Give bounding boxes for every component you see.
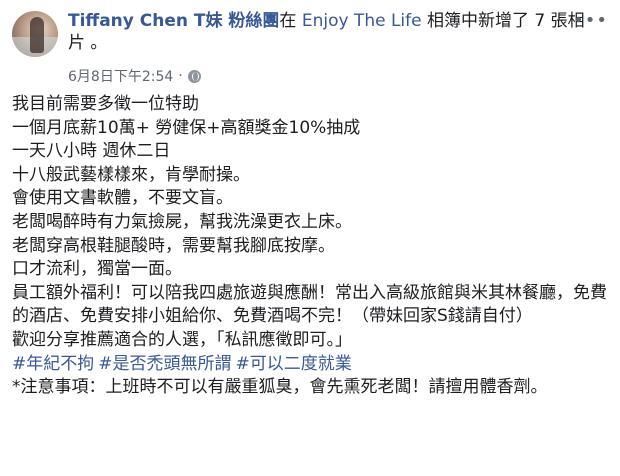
hashtag-link[interactable]: #是否禿頭無所謂 <box>98 354 231 374</box>
hashtag-link[interactable]: #年紀不拘 <box>12 354 94 374</box>
body-line: 老闆喝醉時有力氣撿屍，幫我洗澡更衣上床。 <box>12 211 352 232</box>
album-link[interactable]: Enjoy The Life <box>302 11 422 31</box>
author-name-link[interactable]: Tiffany Chen T妹 粉絲團 <box>68 11 279 31</box>
body-line: 老闆穿高根鞋腿酸時，需要幫我腳底按摩。 <box>12 235 335 256</box>
body-line: 會使用文書軟體，不要文盲。 <box>12 188 233 209</box>
post-body: 我目前需要多徵一位特助 一個月底薪10萬+ 勞健保+高額獎金10%抽成 一天八小… <box>12 93 608 400</box>
body-line: 口才流利，獨當一面。 <box>12 259 182 280</box>
meta-separator: · <box>178 68 183 84</box>
author-avatar[interactable] <box>12 11 58 57</box>
notice-text: *注意事項：上班時不可以有嚴重狐臭，會先熏死老闆！請擅用體香劑。 <box>12 377 548 398</box>
action-prefix: 在 <box>279 11 302 31</box>
facebook-post: Tiffany Chen T妹 粉絲團在 Enjoy The Life 相簿中新… <box>0 0 620 476</box>
more-options-icon[interactable]: ••• <box>573 12 608 30</box>
globe-icon[interactable] <box>187 69 201 83</box>
body-line: 一個月底薪10萬+ 勞健保+高額獎金10%抽成 <box>12 117 361 138</box>
post-header: Tiffany Chen T妹 粉絲團在 Enjoy The Life 相簿中新… <box>68 10 588 54</box>
avatar-figure <box>30 17 44 53</box>
hashtag-link[interactable]: #可以二度就業 <box>236 354 352 374</box>
hashtag-row: #年紀不拘 #是否禿頭無所謂 #可以二度就業 <box>12 353 608 377</box>
body-line: 我目前需要多徵一位特助 <box>12 94 199 114</box>
body-line: 十八般武藝樣樣來，肯學耐操。 <box>12 164 250 185</box>
post-meta: 6月8日下午2:54 · <box>68 66 201 86</box>
body-line: 一天八小時 週休二日 <box>12 141 171 162</box>
post-timestamp[interactable]: 6月8日下午2:54 <box>68 66 173 86</box>
body-line: 員工額外福利！可以陪我四處旅遊與應酬！常出入高級旅館與米其林餐廳，免費的酒店、免… <box>12 282 607 327</box>
body-line: 歡迎分享推薦適合的人選，「私訊應徵即可。」 <box>12 329 352 350</box>
